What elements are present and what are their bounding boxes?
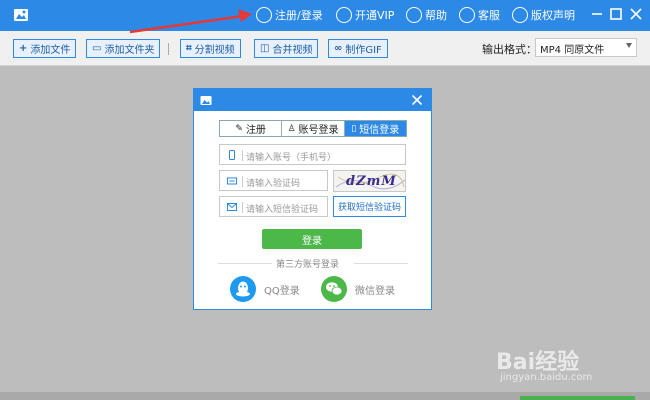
account-input[interactable]: 请输入账号（手机号） (219, 144, 406, 165)
dialog-header (194, 89, 431, 111)
field-divider (242, 150, 243, 161)
divider-line-right (354, 263, 408, 264)
tab-register[interactable]: ✎ 注册 (220, 121, 283, 136)
app-logo-icon (200, 96, 212, 105)
wechat-icon (321, 276, 347, 302)
wechat-login-label: 微信登录 (355, 285, 395, 297)
login-tabs: ✎ 注册 ♙ 账号登录 ▯ 短信登录 (219, 120, 407, 137)
pencil-icon: ✎ (235, 123, 243, 134)
login-button[interactable]: 登录 (262, 229, 362, 249)
dialog-close-icon[interactable] (411, 94, 423, 106)
tab-register-label: 注册 (245, 125, 266, 136)
captcha-text: dZmM (346, 174, 397, 189)
field-divider (242, 176, 243, 187)
phone-icon: ▯ (351, 123, 357, 134)
captcha-placeholder: 请输入验证码 (246, 179, 301, 189)
tab-account-login-label: 账号登录 (298, 125, 339, 136)
tab-account-login[interactable]: ♙ 账号登录 (282, 121, 345, 136)
login-dialog: ✎ 注册 ♙ 账号登录 ▯ 短信登录 请输入账号（手机号） 请输入验证码 dZm… (193, 88, 432, 310)
qq-icon (230, 276, 256, 302)
captcha-input[interactable]: 请输入验证码 (219, 170, 328, 191)
account-placeholder: 请输入账号（手机号） (246, 153, 337, 163)
qq-login-button[interactable]: QQ登录 (230, 276, 300, 302)
wechat-login-button[interactable]: 微信登录 (321, 276, 395, 302)
message-icon (227, 203, 237, 211)
sms-code-placeholder: 请输入短信验证码 (246, 205, 319, 215)
tab-sms-login[interactable]: ▯ 短信登录 (344, 121, 406, 136)
captcha-icon (227, 177, 237, 185)
get-sms-code-button[interactable]: 获取短信验证码 (333, 196, 406, 217)
user-icon: ♙ (287, 123, 296, 134)
divider-line-left (218, 263, 272, 264)
tab-sms-login-label: 短信登录 (359, 125, 400, 136)
field-divider (242, 202, 243, 213)
qq-login-label: QQ登录 (264, 285, 300, 297)
third-party-label: 第三方账号登录 (276, 260, 340, 270)
sms-code-input[interactable]: 请输入短信验证码 (219, 196, 328, 217)
captcha-image[interactable]: dZmM (333, 170, 406, 192)
phone-icon (229, 150, 235, 160)
